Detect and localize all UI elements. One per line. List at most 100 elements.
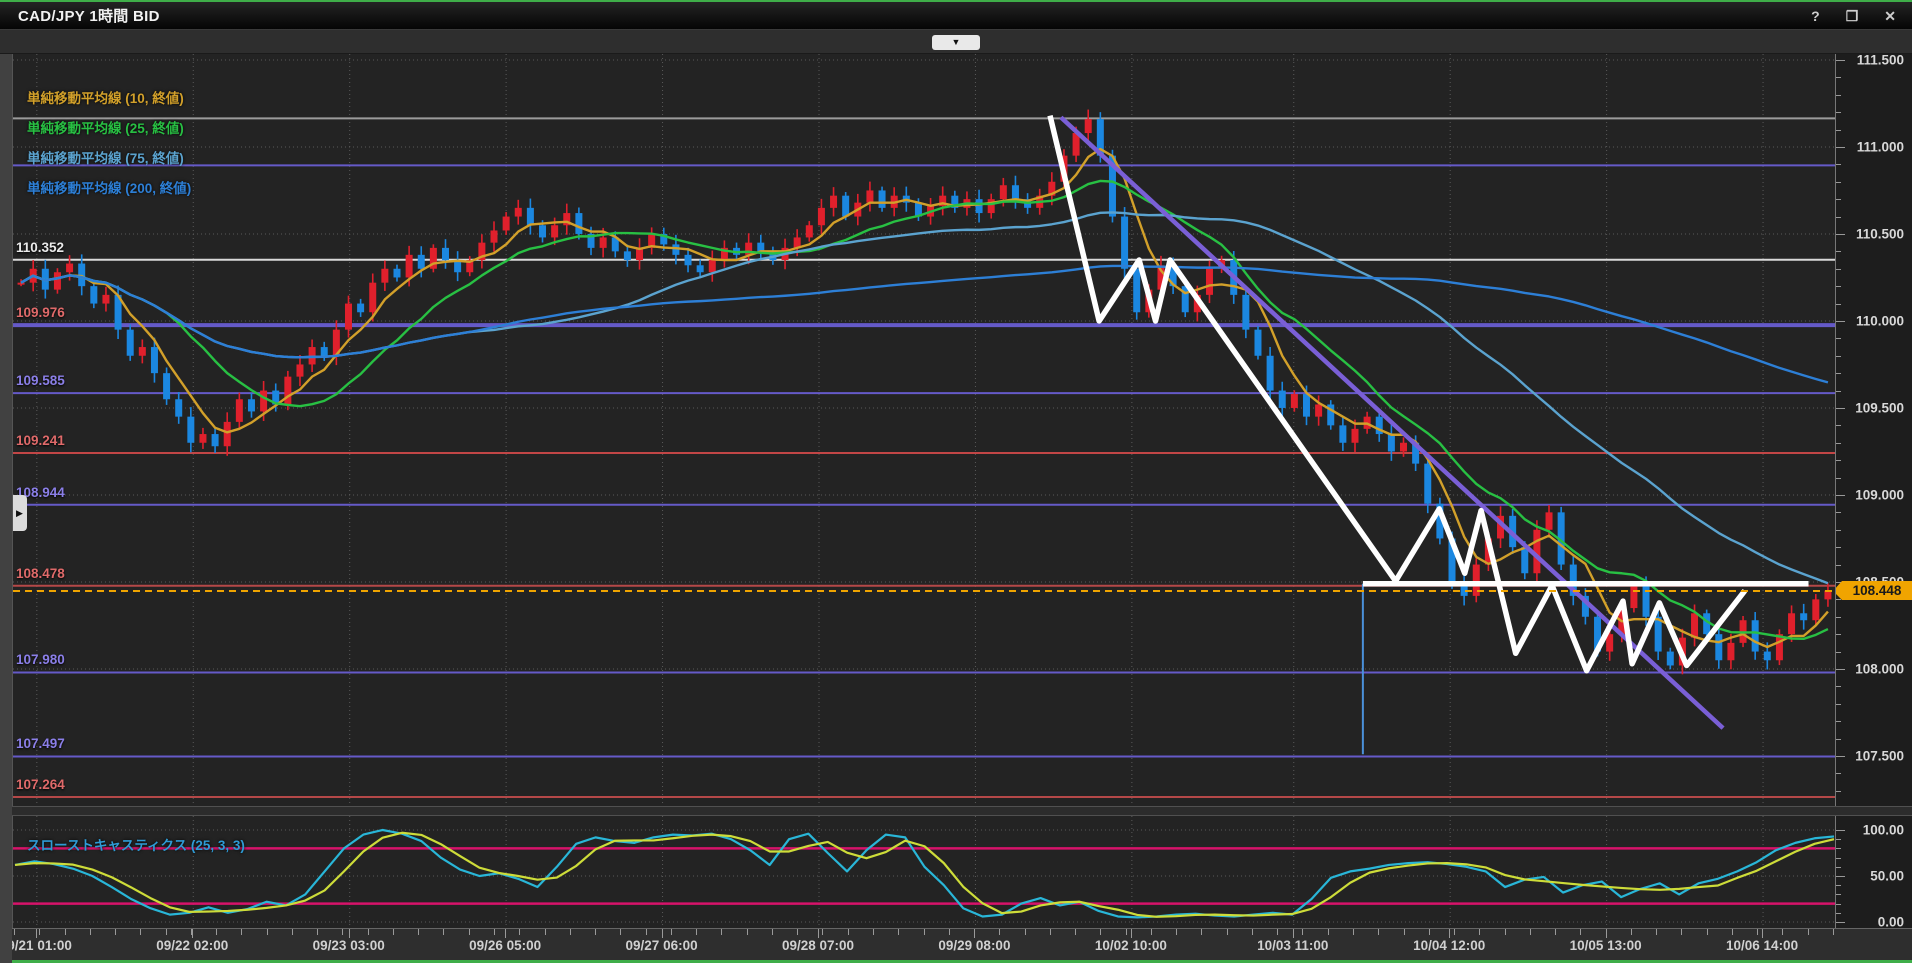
time-axis-label: 09/29 08:00 <box>938 938 1010 953</box>
sma-75-line <box>21 212 1828 583</box>
time-tick-major <box>818 929 819 938</box>
time-tick <box>1429 929 1430 935</box>
axis-tick <box>1836 565 1841 566</box>
stochastic-axis[interactable]: 100.0050.000.00 <box>1835 816 1912 928</box>
time-tick <box>873 929 874 935</box>
axis-tick <box>1836 876 1845 877</box>
time-tick <box>1808 929 1809 935</box>
axis-tick <box>1836 894 1841 895</box>
time-tick <box>519 929 520 935</box>
window-controls: ? ❐ ✕ <box>1811 9 1912 23</box>
time-axis-label: 09/23 03:00 <box>313 938 385 953</box>
panel-expand-handle[interactable]: ▶ <box>12 495 27 531</box>
panel-splitter[interactable] <box>12 806 1912 816</box>
time-tick <box>1378 929 1379 935</box>
window-title: CAD/JPY 1時間 BID <box>0 5 160 26</box>
time-tick <box>1075 929 1076 935</box>
axis-tick <box>1836 199 1841 200</box>
current-price-badge: 108.448 <box>1842 581 1912 600</box>
axis-tick <box>1836 373 1841 374</box>
time-tick-major <box>1606 929 1607 938</box>
time-tick <box>1252 929 1253 935</box>
price-axis-label: 111.000 <box>1857 139 1904 154</box>
time-tick <box>1353 929 1354 935</box>
close-icon[interactable]: ✕ <box>1884 9 1896 23</box>
time-tick-major <box>192 929 193 938</box>
time-tick <box>797 929 798 935</box>
title-bar[interactable]: CAD/JPY 1時間 BID ? ❐ ✕ <box>0 0 1912 30</box>
axis-tick <box>1836 77 1841 78</box>
stochastic-axis-label: 50.00 <box>1870 869 1904 884</box>
time-tick <box>65 929 66 935</box>
price-line-label: 109.976 <box>16 305 65 320</box>
time-axis-label: 10/05 13:00 <box>1570 938 1642 953</box>
time-tick <box>1100 929 1101 935</box>
time-tick <box>721 929 722 935</box>
price-line-label: 107.980 <box>16 652 65 667</box>
time-tick <box>39 929 40 935</box>
time-tick <box>1025 929 1026 935</box>
price-line-label: 109.241 <box>16 433 65 448</box>
stochastic-panel[interactable]: スローストキャスティクス (25, 3, 3) <box>12 816 1835 928</box>
axis-tick <box>1836 830 1845 831</box>
time-axis-label: 09/28 07:00 <box>782 938 854 953</box>
stochastic-axis-label: 100.00 <box>1863 823 1904 838</box>
axis-tick <box>1836 164 1841 165</box>
price-axis-label: 110.000 <box>1856 313 1904 328</box>
time-tick <box>1151 929 1152 935</box>
time-tick <box>1126 929 1127 935</box>
axis-tick <box>1836 338 1841 339</box>
time-tick <box>393 929 394 935</box>
time-tick-major <box>1449 929 1450 938</box>
price-line-label: 110.352 <box>16 240 64 255</box>
time-tick <box>747 929 748 935</box>
price-axis-label: 109.500 <box>1855 400 1904 415</box>
time-tick <box>317 929 318 935</box>
left-gutter <box>0 54 12 963</box>
legend-item-sma-10: 単純移動平均線 (10, 終値) <box>27 84 191 114</box>
time-tick <box>949 929 950 935</box>
help-icon[interactable]: ? <box>1811 9 1820 23</box>
stochastic-chart <box>13 816 1835 928</box>
time-axis-label: 09/26 05:00 <box>469 938 541 953</box>
time-tick <box>924 929 925 935</box>
time-tick-major <box>974 929 975 938</box>
axis-tick <box>1836 530 1841 531</box>
axis-corner <box>1835 928 1912 963</box>
time-tick <box>1227 929 1228 935</box>
toolbar-strip: ▼ <box>0 30 1912 54</box>
price-line-label: 107.264 <box>16 777 65 792</box>
price-line-label: 107.497 <box>16 736 65 751</box>
axis-tick <box>1836 669 1845 670</box>
time-axis[interactable]: 09/21 01:0009/22 02:0009/23 03:0009/26 0… <box>12 928 1835 963</box>
time-tick <box>1833 929 1834 935</box>
axis-tick <box>1836 858 1841 859</box>
maximize-icon[interactable]: ❐ <box>1846 9 1859 23</box>
time-tick <box>368 929 369 935</box>
time-tick <box>898 929 899 935</box>
price-axis-label: 109.000 <box>1855 487 1904 502</box>
time-tick-major <box>36 929 37 938</box>
axis-tick <box>1836 321 1845 322</box>
time-tick <box>418 929 419 935</box>
axis-tick <box>1836 356 1841 357</box>
axis-tick <box>1836 443 1841 444</box>
candlestick-chart <box>13 54 1835 806</box>
axis-tick <box>1836 922 1845 923</box>
time-tick <box>166 929 167 935</box>
price-axis-label: 110.500 <box>1856 226 1904 241</box>
price-axis[interactable]: 111.500111.000110.500110.000109.500109.0… <box>1835 54 1912 806</box>
axis-tick <box>1836 304 1841 305</box>
axis-tick <box>1836 652 1841 653</box>
time-tick <box>14 929 15 935</box>
time-tick <box>1681 929 1682 935</box>
toolbar-collapse-button[interactable]: ▼ <box>932 35 980 50</box>
axis-tick <box>1836 791 1841 792</box>
chart-window: CAD/JPY 1時間 BID ? ❐ ✕ ▼ 単純移動平均線 (10, 終値)… <box>0 0 1912 963</box>
axis-tick <box>1836 182 1841 183</box>
time-tick <box>1580 929 1581 935</box>
axis-tick <box>1836 112 1841 113</box>
price-chart-panel[interactable]: 単純移動平均線 (10, 終値)単純移動平均線 (25, 終値)単純移動平均線 … <box>12 54 1835 806</box>
axis-tick <box>1836 391 1841 392</box>
time-axis-label: 10/06 14:00 <box>1726 938 1798 953</box>
